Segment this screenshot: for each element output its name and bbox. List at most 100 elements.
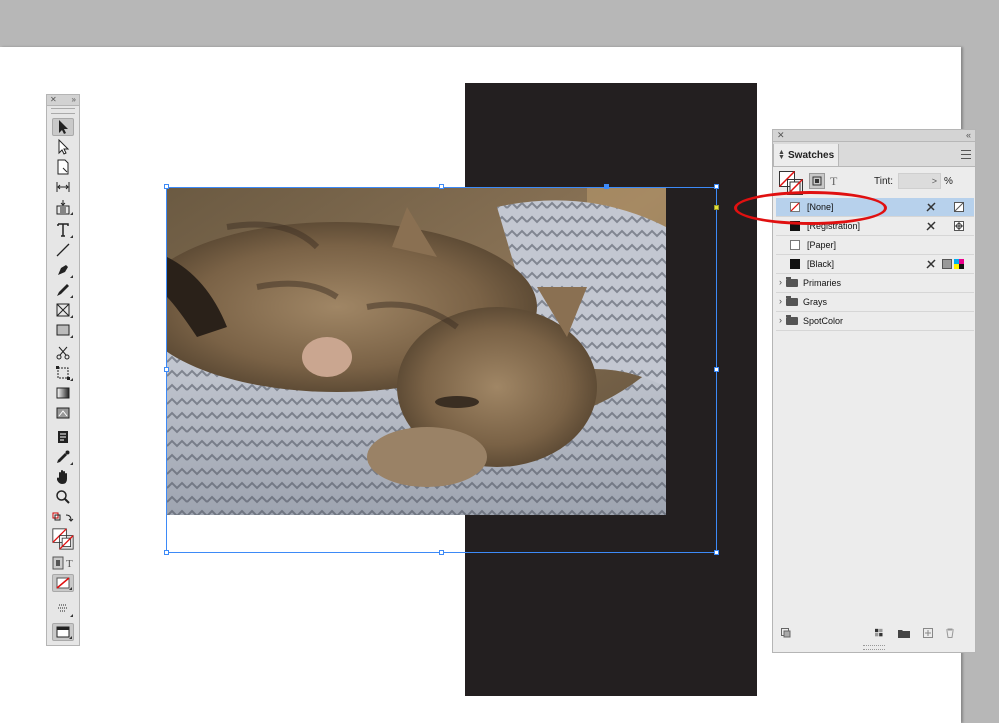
group-name: SpotColor	[803, 316, 844, 326]
line-tool[interactable]	[52, 241, 74, 259]
show-swatch-kinds-icon[interactable]	[875, 628, 885, 638]
swatches-tab-row: ▲ ▼ Swatches	[773, 142, 975, 167]
content-collector-icon	[56, 200, 70, 215]
gradient-feather-tool[interactable]	[52, 404, 74, 422]
tint-input[interactable]: >	[898, 173, 941, 189]
resize-handle-bottom-left[interactable]	[164, 550, 169, 555]
highlight-ellipse-annotation	[734, 191, 887, 225]
cannot-edit-icon	[926, 259, 936, 269]
collapse-icon[interactable]: »	[72, 95, 76, 105]
container-icon	[812, 176, 822, 186]
gradient-swatch-icon	[56, 387, 70, 399]
registration-mode-icon	[954, 221, 964, 231]
swatches-bottom-toolbar	[773, 626, 975, 642]
screen-mode-icon	[58, 604, 68, 612]
rectangle-frame-icon	[56, 303, 70, 317]
fill-stroke-proxy[interactable]	[52, 526, 74, 552]
gap-tool[interactable]	[52, 178, 74, 196]
tab-swatches-label: Swatches	[788, 149, 835, 161]
panel-menu-icon[interactable]	[961, 150, 971, 159]
gap-icon	[56, 182, 70, 192]
gradient-swatch-tool[interactable]	[52, 384, 74, 402]
apply-none-button[interactable]	[52, 574, 74, 592]
process-color-icon	[942, 259, 952, 269]
selection-bounding-box[interactable]	[166, 187, 717, 553]
folder-icon	[786, 277, 798, 287]
chevron-right-icon[interactable]: ›	[779, 315, 782, 325]
default-fill-stroke-controls[interactable]	[52, 512, 74, 524]
type-tool[interactable]	[52, 221, 74, 239]
place-swatch-icon[interactable]	[781, 628, 791, 638]
resize-handle-bottom-right[interactable]	[714, 550, 719, 555]
new-swatch-icon[interactable]	[923, 628, 933, 638]
hand-tool[interactable]	[52, 468, 74, 486]
new-color-group-icon[interactable]	[898, 628, 910, 638]
collapse-icon[interactable]: «	[966, 130, 971, 141]
trash-icon[interactable]	[945, 628, 955, 638]
selection-tool[interactable]	[52, 118, 74, 136]
pen-tool[interactable]	[52, 261, 74, 279]
close-icon[interactable]: ✕	[777, 130, 785, 141]
page-tool[interactable]	[52, 158, 74, 176]
swatch-group-primaries[interactable]: › Primaries	[776, 274, 974, 293]
none-color-mode-icon	[954, 202, 964, 212]
resize-handle-top-right[interactable]	[714, 184, 719, 189]
eyedropper-tool[interactable]	[52, 448, 74, 466]
rectangle-frame-tool[interactable]	[52, 301, 74, 319]
black-swatch-chip	[790, 259, 800, 269]
rectangle-tool[interactable]	[52, 321, 74, 339]
fill-none-stroke-none-icon	[52, 528, 74, 550]
resize-handle-bottom[interactable]	[439, 550, 444, 555]
swatch-row-black[interactable]: [Black]	[776, 255, 974, 274]
group-name: Primaries	[803, 278, 842, 288]
pencil-tool[interactable]	[52, 281, 74, 299]
tab-arrows-icon: ▲ ▼	[778, 149, 785, 161]
pencil-icon	[57, 284, 69, 296]
zoom-tool[interactable]	[52, 488, 74, 506]
tint-label: Tint:	[874, 176, 894, 187]
fill-stroke-proxy[interactable]	[778, 170, 804, 196]
resize-handle-top[interactable]	[439, 184, 444, 189]
swatch-group-grays[interactable]: › Grays	[776, 293, 974, 312]
tab-swatches[interactable]: ▲ ▼ Swatches	[773, 144, 839, 166]
swatch-group-spotcolor[interactable]: › SpotColor	[776, 312, 974, 331]
resize-handle-top-left[interactable]	[164, 184, 169, 189]
formatting-affects-text-button[interactable]: T	[830, 174, 837, 189]
free-transform-tool[interactable]	[52, 364, 74, 382]
panel-grip[interactable]	[51, 108, 75, 114]
view-mode-button[interactable]	[52, 623, 74, 641]
scissors-icon	[56, 346, 70, 360]
pen-icon	[58, 265, 68, 275]
formatting-affects-container-toggle[interactable]: T	[52, 556, 74, 570]
folder-icon	[786, 296, 798, 306]
live-corner-handle[interactable]	[714, 205, 719, 210]
free-transform-icon	[56, 366, 70, 380]
chevron-right-icon[interactable]: ›	[779, 277, 782, 287]
hand-icon	[57, 470, 67, 484]
page-icon	[57, 159, 69, 175]
formatting-affects-container-button[interactable]	[809, 173, 825, 189]
swap-fill-stroke-icon	[52, 512, 74, 522]
scissors-tool[interactable]	[52, 344, 74, 362]
screen-mode-button[interactable]	[52, 600, 74, 618]
close-icon[interactable]: ✕	[50, 95, 57, 105]
folder-icon	[786, 315, 798, 325]
tint-unit: %	[944, 176, 953, 187]
cannot-edit-icon	[926, 221, 936, 231]
swatches-panel-titlebar[interactable]: ✕ «	[773, 130, 975, 142]
direct-selection-arrow-icon	[58, 139, 70, 155]
content-grabber-handle[interactable]	[604, 184, 609, 189]
note-tool[interactable]	[52, 428, 74, 446]
chevron-right-icon[interactable]: ›	[779, 296, 782, 306]
rectangle-icon	[56, 324, 70, 336]
swatch-row-paper[interactable]: [Paper]	[776, 236, 974, 255]
resize-handle-left[interactable]	[164, 367, 169, 372]
tools-panel-titlebar[interactable]: ✕»	[47, 95, 79, 106]
resize-handle-right[interactable]	[714, 367, 719, 372]
content-collector-tool[interactable]	[52, 198, 74, 216]
direct-selection-tool[interactable]	[52, 138, 74, 156]
eyedropper-icon	[57, 450, 70, 463]
cannot-edit-icon	[926, 202, 936, 212]
panel-resize-grip[interactable]	[863, 645, 885, 650]
paper-swatch-chip	[790, 240, 800, 250]
